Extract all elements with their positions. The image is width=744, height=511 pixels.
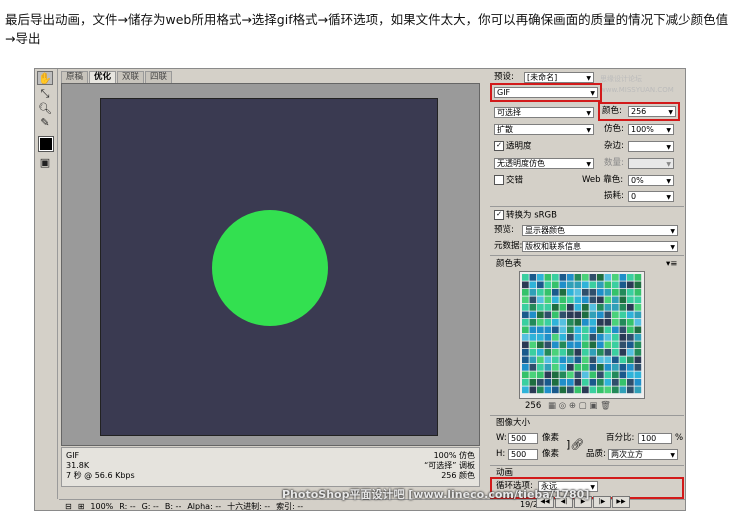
height-field[interactable]: 500	[508, 449, 538, 460]
readout-b: B: --	[164, 501, 182, 511]
tab-2up[interactable]: 双联	[117, 71, 145, 83]
readout-r: R: --	[119, 501, 136, 511]
readout-hex: 十六进制: --	[227, 501, 271, 511]
eyedropper-icon[interactable]: ✎	[37, 115, 53, 129]
view-tabs: 原稿 优化 双联 四联	[61, 71, 173, 83]
zoom-icon[interactable]: 🔍︎	[37, 101, 53, 115]
interlaced-option[interactable]: 交错	[494, 175, 523, 187]
color-reduction-select[interactable]: 可选择 ▼	[494, 107, 594, 118]
divider	[490, 465, 684, 466]
transparency-option[interactable]: ✓ 透明度	[494, 141, 532, 153]
info-dither: 100% 仿色	[433, 451, 475, 460]
amount-field: ▼	[628, 158, 674, 169]
color-table-label: 颜色表	[496, 259, 522, 269]
w-unit: 像素	[542, 433, 560, 443]
optimization-info: GIF 31.8K 7 秒 @ 56.6 Kbps 100% 仿色 “可选择” …	[61, 447, 480, 487]
colors-label: 颜色:	[602, 106, 622, 116]
percent-unit: %	[675, 433, 684, 443]
convert-srgb-checkbox[interactable]: ✓	[494, 210, 504, 220]
dither-algorithm-select[interactable]: 扩散 ▼	[494, 124, 594, 135]
watermark-top: 思缘设计论坛 www.MISSYUAN.COM	[600, 75, 674, 94]
color-count: 256	[525, 401, 542, 411]
preview-area[interactable]	[61, 83, 480, 446]
divider	[490, 206, 684, 207]
convert-srgb-option[interactable]: ✓ 转换为 sRGB	[494, 210, 557, 222]
interlaced-checkbox[interactable]	[494, 175, 504, 185]
zoom-out-button[interactable]: ⊟	[65, 502, 72, 511]
percent-label: 百分比:	[606, 433, 635, 443]
info-size: 31.8K	[66, 461, 90, 470]
quality-select[interactable]: 两次立方 ▼	[608, 449, 678, 460]
divider	[490, 255, 684, 256]
transparency-checkbox[interactable]: ✓	[494, 141, 504, 151]
info-palette: “可选择” 调板	[424, 461, 475, 470]
color-table-swatches[interactable]	[520, 272, 644, 398]
zoom-in-button[interactable]: ⊞	[78, 502, 85, 511]
zoom-level[interactable]: 100%	[90, 502, 113, 511]
green-circle	[212, 210, 328, 326]
preset-label: 预设:	[494, 72, 514, 82]
readout-alpha: Alpha: --	[187, 501, 222, 511]
readout-index: 索引: --	[276, 501, 304, 511]
colors-select[interactable]: 256 ▼	[628, 106, 676, 117]
toolbox: ✋ ⤡ 🔍︎ ✎ ▣	[35, 69, 58, 499]
intro-text: 最后导出动画，文件→储存为web所用格式→选择gif格式→循环选项，如果文件太大…	[5, 12, 729, 46]
dither-amount-field[interactable]: 100% ▼	[628, 124, 674, 135]
quality-label: 品质:	[586, 449, 606, 459]
metadata-select[interactable]: 版权和联系信息 ▼	[522, 241, 678, 252]
width-field[interactable]: 500	[508, 433, 538, 444]
info-colors: 256 颜色	[441, 471, 475, 480]
color-table[interactable]	[519, 271, 645, 399]
hand-tool-icon[interactable]: ✋	[37, 71, 53, 85]
preview-label: 预览:	[494, 225, 514, 235]
h-label: H:	[496, 449, 506, 459]
image-size-label: 图像大小	[496, 418, 531, 428]
color-table-menu-icon[interactable]: ▾≡	[666, 259, 677, 270]
matte-select[interactable]: ▼	[628, 141, 674, 152]
w-label: W:	[496, 433, 507, 443]
dither-label: 仿色:	[604, 124, 624, 134]
tab-original[interactable]: 原稿	[61, 71, 89, 83]
preview-select[interactable]: 显示器颜色 ▼	[522, 225, 678, 236]
lossy-field[interactable]: 0 ▼	[628, 191, 674, 202]
amount-label: 数量:	[604, 158, 624, 168]
tab-optimized[interactable]: 优化	[89, 71, 117, 83]
info-download-time: 7 秒 @ 56.6 Kbps	[66, 471, 135, 480]
settings-panel: 预设: [未命名] ▼ 思缘设计论坛 www.MISSYUAN.COM GIF ▼ …	[488, 69, 685, 499]
format-select[interactable]: GIF ▼	[494, 87, 598, 98]
info-format: GIF	[66, 451, 80, 460]
percent-field[interactable]: 100	[638, 433, 672, 444]
divider	[490, 415, 684, 416]
save-for-web-dialog: ✋ ⤡ 🔍︎ ✎ ▣ 原稿 优化 双联 四联 GIF 31.8K 7 秒 @ 5…	[34, 68, 686, 511]
metadata-label: 元数据:	[494, 241, 523, 251]
watermark-bottom: PhotoShop平面设计吧 [www.lineco.com/tieba/178…	[282, 488, 590, 501]
matte-label: 杂边:	[604, 141, 624, 151]
readout-g: G: --	[141, 501, 159, 511]
toggle-slices-icon[interactable]: ▣	[37, 155, 53, 169]
transparency-dither-select[interactable]: 无透明度仿色 ▼	[494, 158, 594, 169]
preset-select[interactable]: [未命名] ▼	[524, 72, 594, 83]
web-snap-label: Web 靠色:	[582, 175, 624, 185]
link-icon[interactable]: ]🔗︎	[566, 439, 584, 450]
lossy-label: 损耗:	[604, 191, 624, 201]
preview-image	[100, 98, 438, 436]
h-unit: 像素	[542, 449, 560, 459]
color-table-actions-icon[interactable]: ▦ ◎ ⊕ ▢ ▣ 🗑︎	[548, 401, 611, 412]
slice-select-icon[interactable]: ⤡	[37, 87, 53, 101]
tab-4up[interactable]: 四联	[145, 71, 173, 83]
web-snap-field[interactable]: 0% ▼	[628, 175, 674, 186]
eyedropper-color-swatch[interactable]	[38, 136, 54, 152]
